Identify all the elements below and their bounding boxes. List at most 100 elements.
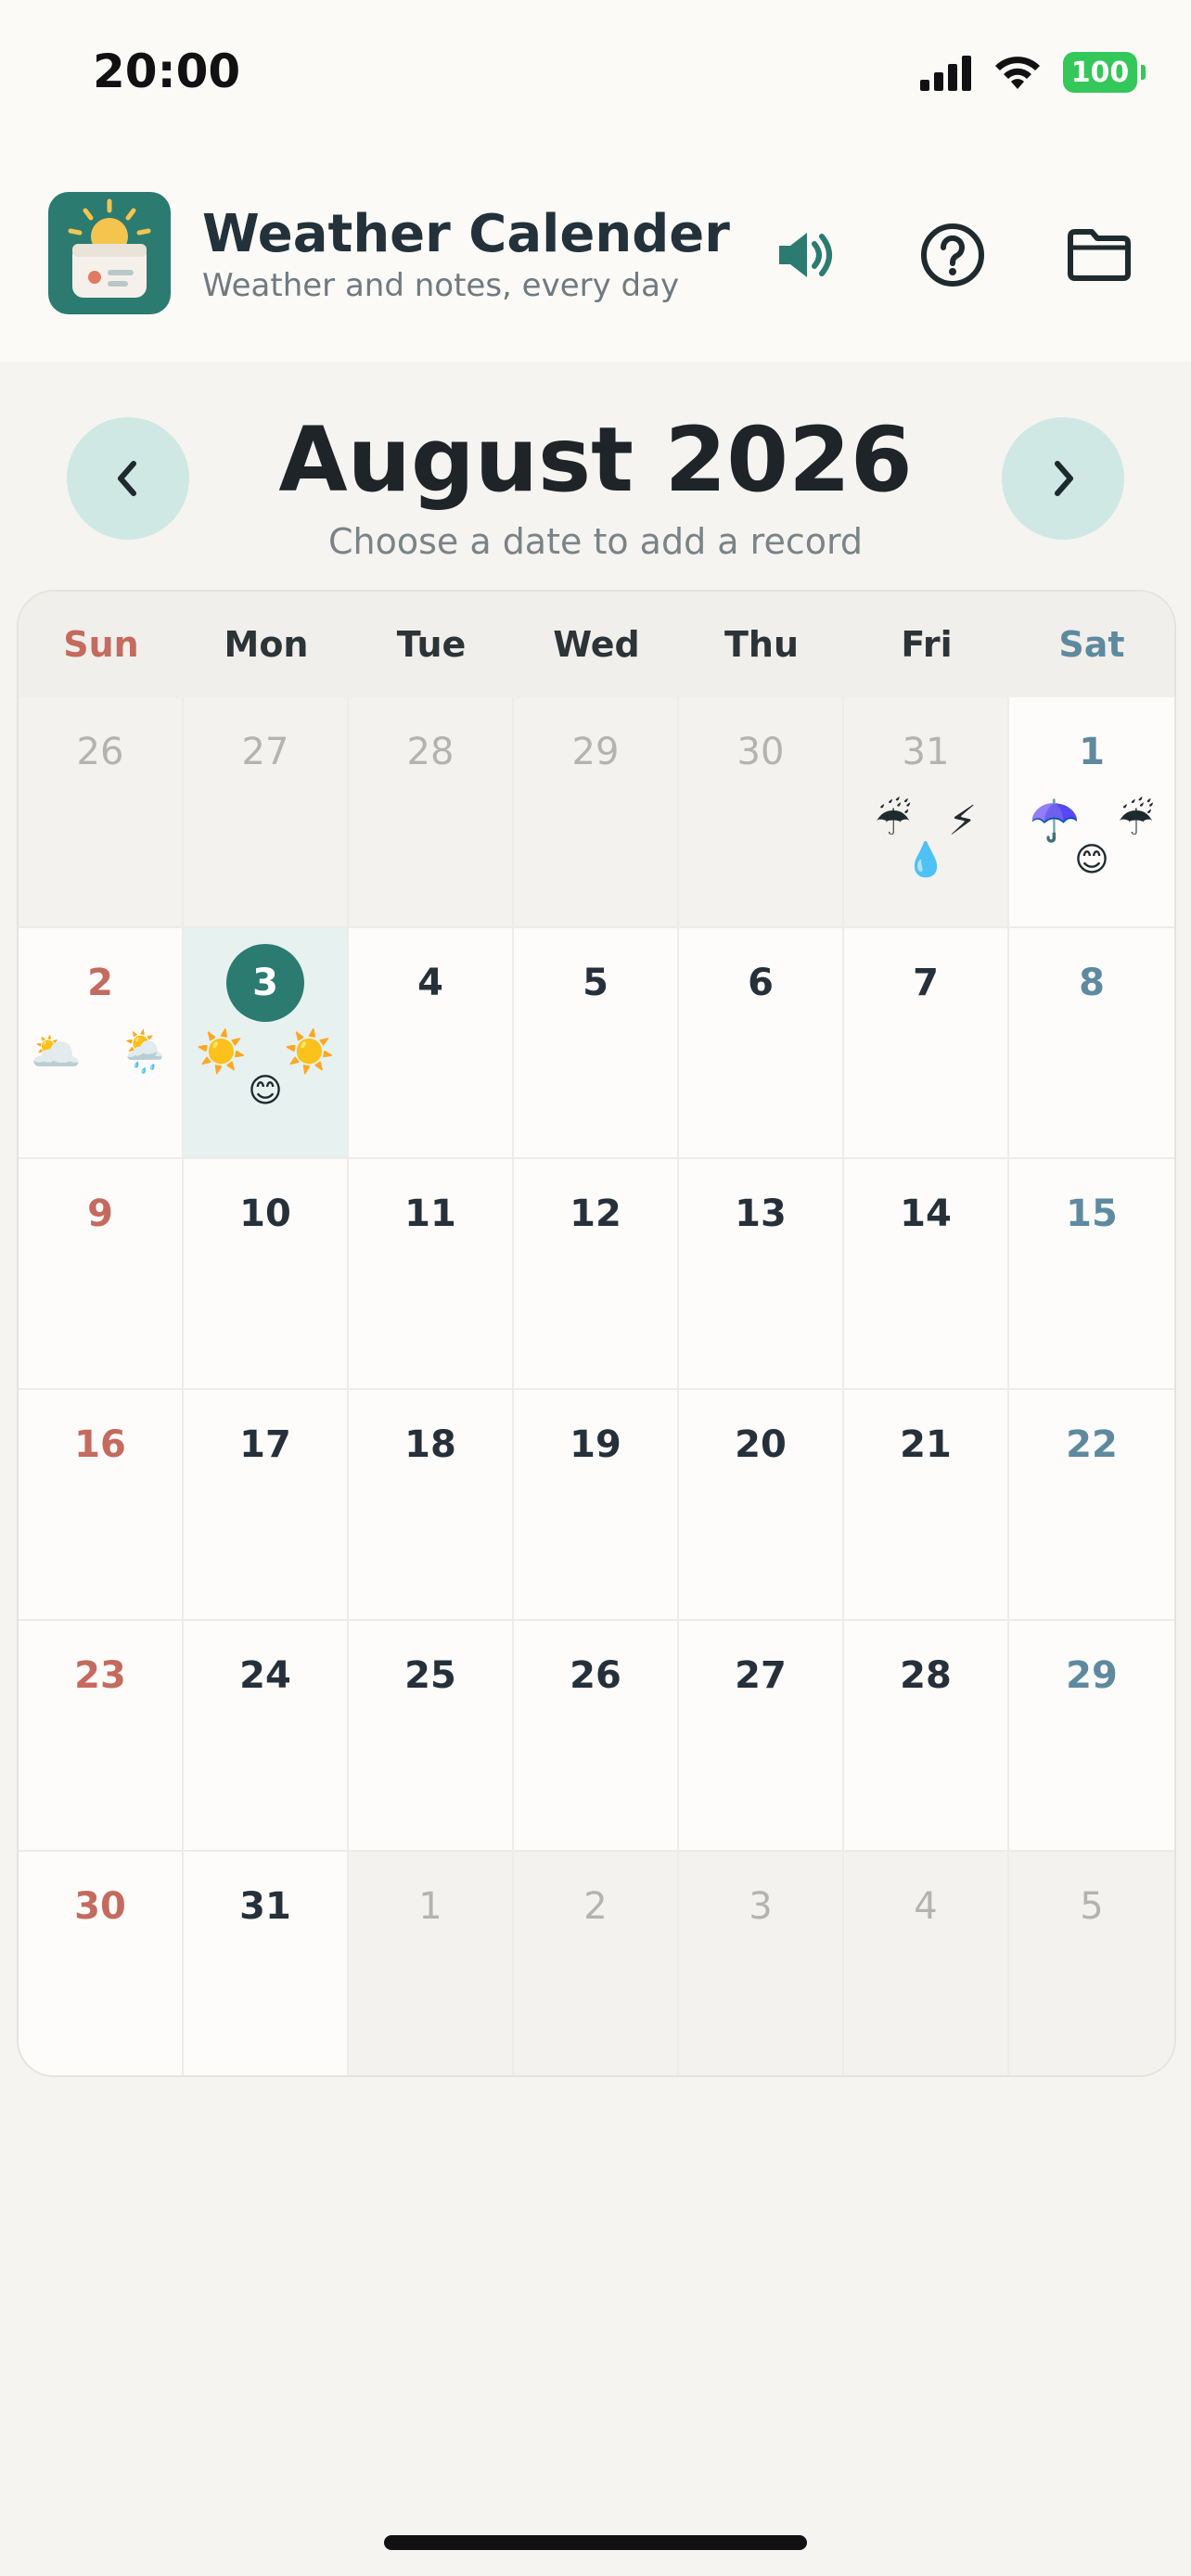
day-number: 14 (900, 1192, 952, 1235)
calendar-day[interactable]: 10 (184, 1159, 349, 1390)
sound-button[interactable] (764, 213, 848, 297)
day-number: 7 (913, 962, 939, 1004)
day-number: 27 (241, 731, 289, 773)
battery-indicator: 100 (1063, 52, 1146, 93)
status-time: 20:00 (93, 45, 241, 98)
day-number: 5 (583, 962, 608, 1004)
calendar-day[interactable]: 1 ☂️ ☔ 😊 (1009, 697, 1174, 928)
calendar-day[interactable]: 1 (349, 1852, 514, 2075)
calendar-day[interactable]: 21 (844, 1390, 1009, 1621)
weekday-header: Sun Mon Tue Wed Thu Fri Sat (19, 592, 1174, 697)
weekday-label: Thu (724, 624, 800, 665)
day-number: 26 (76, 731, 124, 773)
weather-record: 🌥️ 🌦️ (19, 1028, 182, 1077)
day-number: 22 (1066, 1423, 1118, 1466)
weather-record: ☂️ ☔ 😊 (1009, 797, 1174, 881)
calendar-day[interactable]: 16 (19, 1390, 184, 1621)
next-month-button[interactable] (1002, 417, 1124, 540)
calendar-day[interactable]: 29 (1009, 1621, 1174, 1852)
calendar-day[interactable]: 4 (844, 1852, 1009, 2075)
app-header: Weather Calender Weather and notes, ever… (0, 148, 1191, 362)
weather-icon: ☀️ (284, 1028, 335, 1076)
calendar-day[interactable]: 28 (844, 1621, 1009, 1852)
weekday-label: Mon (224, 624, 309, 665)
calendar-day[interactable]: 26 (19, 697, 184, 928)
folder-button[interactable] (1057, 213, 1141, 297)
calendar-day[interactable]: 7 (844, 928, 1009, 1159)
weather-icon: ☔ (1117, 797, 1155, 845)
day-number: 9 (87, 1192, 113, 1235)
day-number: 24 (239, 1654, 291, 1697)
day-number: 21 (900, 1423, 952, 1466)
calendar-day[interactable]: 4 (349, 928, 514, 1159)
calendar-day[interactable]: 29 (514, 697, 679, 928)
day-number: 27 (735, 1654, 787, 1697)
calendar-day[interactable]: 19 (514, 1390, 679, 1621)
day-number: 23 (74, 1654, 126, 1697)
help-icon (921, 223, 984, 287)
home-indicator[interactable] (384, 2535, 807, 2550)
day-number: 17 (239, 1423, 291, 1466)
day-number: 20 (735, 1423, 787, 1466)
weekday-label: Sat (1058, 624, 1125, 665)
weekday-label: Fri (901, 624, 953, 665)
calendar-day[interactable]: 30 (679, 697, 844, 928)
day-number: 4 (914, 1885, 938, 1928)
day-number: 26 (570, 1654, 621, 1697)
calendar-day[interactable]: 31 ☔ ⚡ 💧 (844, 697, 1009, 928)
month-navigation: August 2026 Choose a date to add a recor… (0, 362, 1191, 593)
app-logo-icon (48, 192, 171, 314)
calendar-day[interactable]: 9 (19, 1159, 184, 1390)
mood-icon: 😊 (1074, 841, 1109, 879)
calendar-day[interactable]: 30 (19, 1852, 184, 2075)
calendar-day[interactable]: 6 (679, 928, 844, 1159)
calendar-day[interactable]: 18 (349, 1390, 514, 1621)
calendar-day[interactable]: 28 (349, 697, 514, 928)
calendar-day[interactable]: 27 (679, 1621, 844, 1852)
day-number: 10 (239, 1192, 291, 1235)
day-number: 13 (735, 1192, 787, 1235)
day-number: 12 (570, 1192, 621, 1235)
weather-icon: ☔ (874, 797, 912, 845)
day-number: 29 (1066, 1654, 1118, 1697)
calendar-day[interactable]: 5 (514, 928, 679, 1159)
calendar-day-selected[interactable]: 3 ☀️ ☀️ 😊 (184, 928, 349, 1159)
calendar-day[interactable]: 20 (679, 1390, 844, 1621)
day-number: 31 (239, 1885, 291, 1928)
day-number: 3 (226, 944, 304, 1022)
calendar-day[interactable]: 13 (679, 1159, 844, 1390)
weather-icon: ☀️ (196, 1028, 247, 1076)
signal-icon (920, 56, 971, 91)
calendar-day[interactable]: 24 (184, 1621, 349, 1852)
app-subtitle: Weather and notes, every day (202, 267, 680, 304)
calendar-day[interactable]: 14 (844, 1159, 1009, 1390)
calendar-day[interactable]: 2 (514, 1852, 679, 2075)
calendar-day[interactable]: 23 (19, 1621, 184, 1852)
help-button[interactable] (911, 213, 994, 297)
folder-icon (1068, 229, 1131, 281)
calendar-day[interactable]: 31 (184, 1852, 349, 2075)
calendar-day[interactable]: 17 (184, 1390, 349, 1621)
weekday-label: Sun (63, 624, 139, 665)
calendar-day[interactable]: 2 🌥️ 🌦️ (19, 928, 184, 1159)
calendar-day[interactable]: 12 (514, 1159, 679, 1390)
day-number: 11 (404, 1192, 456, 1235)
calendar-day[interactable]: 5 (1009, 1852, 1174, 2075)
calendar-day[interactable]: 8 (1009, 928, 1174, 1159)
calendar-day[interactable]: 3 (679, 1852, 844, 2075)
day-number: 30 (736, 731, 785, 773)
speaker-icon (779, 233, 832, 277)
calendar-day[interactable]: 15 (1009, 1159, 1174, 1390)
calendar-day[interactable]: 26 (514, 1621, 679, 1852)
day-number: 4 (417, 962, 443, 1004)
weekday-label: Tue (396, 624, 467, 665)
weather-record: ☀️ ☀️ 😊 (184, 1028, 347, 1112)
calendar-day[interactable]: 11 (349, 1159, 514, 1390)
calendar-day[interactable]: 25 (349, 1621, 514, 1852)
day-number: 8 (1079, 962, 1105, 1004)
calendar-day[interactable]: 27 (184, 697, 349, 928)
day-number: 25 (404, 1654, 456, 1697)
calendar-day[interactable]: 22 (1009, 1390, 1174, 1621)
weather-record: ☔ ⚡ 💧 (844, 797, 1007, 881)
wifi-icon (995, 57, 1040, 89)
